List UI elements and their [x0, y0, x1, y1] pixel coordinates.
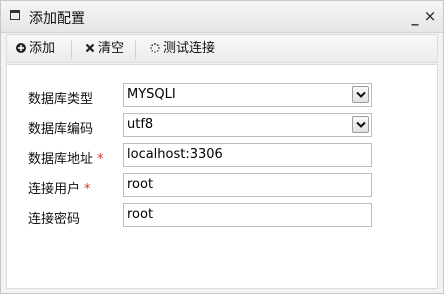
add-config-dialog: 添加配置 _ × 添加 清空 测试连接 数据库类型 MYSQLI 数据库编码 u… [0, 0, 444, 294]
toolbar-divider [135, 40, 136, 59]
db-user-input[interactable]: root [123, 173, 372, 197]
db-encoding-select[interactable]: utf8 [123, 113, 372, 137]
db-password-label: 连接密码 [28, 212, 81, 227]
db-address-input[interactable]: localhost:3306 [123, 143, 372, 167]
db-user-value: root [127, 177, 154, 192]
spinner-icon [150, 41, 160, 53]
close-button[interactable]: × [423, 8, 437, 24]
chevron-down-icon[interactable] [352, 86, 369, 103]
db-address-label: 数据库地址 * [28, 152, 104, 167]
minimize-button[interactable]: _ [408, 10, 422, 26]
toolbar: 添加 清空 测试连接 [6, 34, 438, 63]
db-address-value: localhost:3306 [127, 147, 223, 162]
chevron-down-icon[interactable] [352, 116, 369, 133]
plus-circle-icon [16, 41, 26, 53]
clear-button[interactable]: 清空 [85, 40, 124, 58]
toolbar-divider [71, 40, 72, 59]
test-connection-label: 测试连接 [163, 41, 216, 56]
config-form: 数据库类型 MYSQLI 数据库编码 utf8 数据库地址 * localhost… [6, 64, 438, 289]
window-icon [10, 10, 20, 20]
dialog-titlebar: 添加配置 _ × [1, 1, 443, 33]
required-marker: * [84, 182, 91, 197]
db-user-label: 连接用户 * [28, 182, 91, 197]
dialog-title: 添加配置 [29, 11, 85, 27]
db-type-select[interactable]: MYSQLI [123, 83, 372, 107]
db-type-label: 数据库类型 [28, 92, 94, 107]
x-icon [85, 41, 95, 53]
db-encoding-label: 数据库编码 [28, 122, 94, 137]
test-connection-button[interactable]: 测试连接 [150, 40, 215, 58]
db-encoding-value: utf8 [127, 117, 154, 132]
add-button-label: 添加 [29, 41, 56, 56]
db-password-value: root [127, 207, 154, 222]
required-marker: * [97, 152, 104, 167]
db-password-input[interactable]: root [123, 203, 372, 227]
add-button[interactable]: 添加 [16, 40, 55, 58]
clear-button-label: 清空 [98, 41, 125, 56]
db-type-value: MYSQLI [127, 87, 176, 102]
